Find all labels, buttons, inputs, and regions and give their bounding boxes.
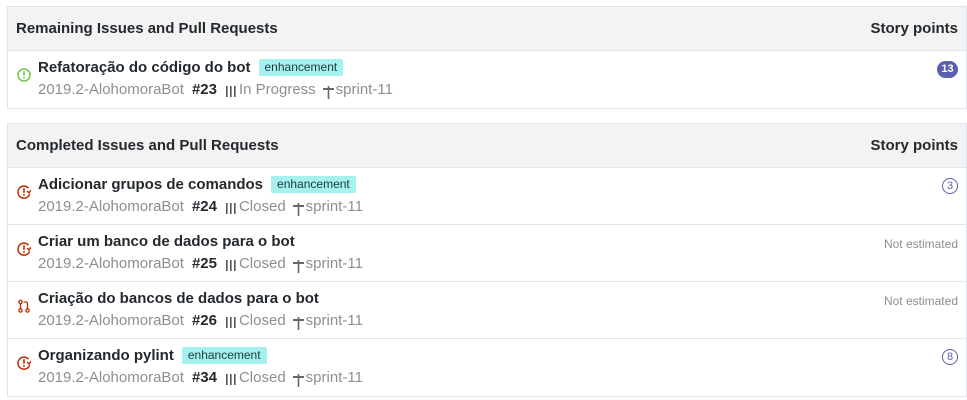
remaining-header-title: Remaining Issues and Pull Requests bbox=[16, 20, 278, 37]
issue-title[interactable]: Organizando pylint bbox=[38, 347, 174, 364]
issue-title[interactable]: Refatoração do código do bot bbox=[38, 59, 251, 76]
milestone-icon bbox=[292, 316, 304, 330]
issue-closed-icon bbox=[17, 242, 31, 256]
issue-row[interactable]: Criação do bancos de dados para o bot 20… bbox=[8, 282, 966, 339]
milestone-icon bbox=[292, 202, 304, 216]
issue-repo: 2019.2-AlohomoraBot bbox=[38, 198, 184, 215]
issue-repo: 2019.2-AlohomoraBot bbox=[38, 369, 184, 386]
issue-row[interactable]: Refatoração do código do bot enhancement… bbox=[8, 51, 966, 108]
remaining-points-header: Story points bbox=[870, 20, 958, 37]
issue-row[interactable]: Criar um banco de dados para o bot 2019.… bbox=[8, 225, 966, 282]
issue-pipeline: Closed bbox=[238, 369, 286, 386]
issue-closed-icon bbox=[17, 356, 31, 370]
issue-milestone[interactable]: sprint-11 bbox=[336, 81, 393, 98]
issue-milestone[interactable]: sprint-11 bbox=[306, 255, 363, 272]
story-points-badge: 3 bbox=[942, 178, 958, 194]
story-points-not-estimated: Not estimated bbox=[883, 294, 958, 308]
issue-number[interactable]: #25 bbox=[192, 255, 217, 272]
completed-panel: Completed Issues and Pull Requests Story… bbox=[7, 123, 967, 397]
issue-label[interactable]: enhancement bbox=[258, 59, 344, 76]
pipeline-icon bbox=[225, 259, 236, 271]
story-points-badge: 8 bbox=[942, 349, 958, 365]
pipeline-icon bbox=[225, 316, 236, 328]
completed-header-title: Completed Issues and Pull Requests bbox=[16, 137, 279, 154]
issue-number[interactable]: #24 bbox=[192, 198, 217, 215]
pipeline-icon bbox=[225, 373, 236, 385]
issue-milestone[interactable]: sprint-11 bbox=[306, 198, 363, 215]
issue-title[interactable]: Criação do bancos de dados para o bot bbox=[38, 290, 319, 307]
issue-number[interactable]: #34 bbox=[192, 369, 217, 386]
issue-pipeline: Closed bbox=[238, 312, 286, 329]
story-points-badge: 13 bbox=[937, 61, 958, 78]
issue-repo: 2019.2-AlohomoraBot bbox=[38, 255, 184, 272]
story-points-not-estimated: Not estimated bbox=[883, 237, 958, 251]
pipeline-icon bbox=[225, 202, 236, 214]
milestone-icon bbox=[292, 373, 304, 387]
pull-request-closed-icon bbox=[18, 299, 30, 313]
issue-closed-icon bbox=[17, 185, 31, 199]
issue-title[interactable]: Adicionar grupos de comandos bbox=[38, 176, 263, 193]
issue-row[interactable]: Adicionar grupos de comandos enhancement… bbox=[8, 168, 966, 225]
remaining-panel-header: Remaining Issues and Pull Requests Story… bbox=[8, 7, 966, 51]
issue-milestone[interactable]: sprint-11 bbox=[306, 312, 363, 329]
issue-pipeline: Closed bbox=[238, 255, 286, 272]
issue-open-icon bbox=[17, 68, 31, 82]
issue-pipeline: In Progress bbox=[238, 81, 316, 98]
issue-pipeline: Closed bbox=[238, 198, 286, 215]
issue-label[interactable]: enhancement bbox=[271, 176, 356, 193]
issue-repo: 2019.2-AlohomoraBot bbox=[38, 312, 184, 329]
milestone-icon bbox=[322, 85, 334, 99]
completed-panel-header: Completed Issues and Pull Requests Story… bbox=[8, 124, 966, 168]
pipeline-icon bbox=[225, 85, 236, 97]
issue-label[interactable]: enhancement bbox=[181, 347, 267, 364]
milestone-icon bbox=[292, 259, 304, 273]
completed-points-header: Story points bbox=[870, 137, 958, 154]
issue-repo: 2019.2-AlohomoraBot bbox=[38, 81, 184, 98]
issue-milestone[interactable]: sprint-11 bbox=[306, 369, 363, 386]
issue-number[interactable]: #26 bbox=[192, 312, 217, 329]
remaining-panel: Remaining Issues and Pull Requests Story… bbox=[7, 6, 967, 109]
issue-title[interactable]: Criar um banco de dados para o bot bbox=[38, 233, 295, 250]
issue-number[interactable]: #23 bbox=[192, 81, 217, 98]
issue-row[interactable]: Organizando pylint enhancement 2019.2-Al… bbox=[8, 339, 966, 396]
